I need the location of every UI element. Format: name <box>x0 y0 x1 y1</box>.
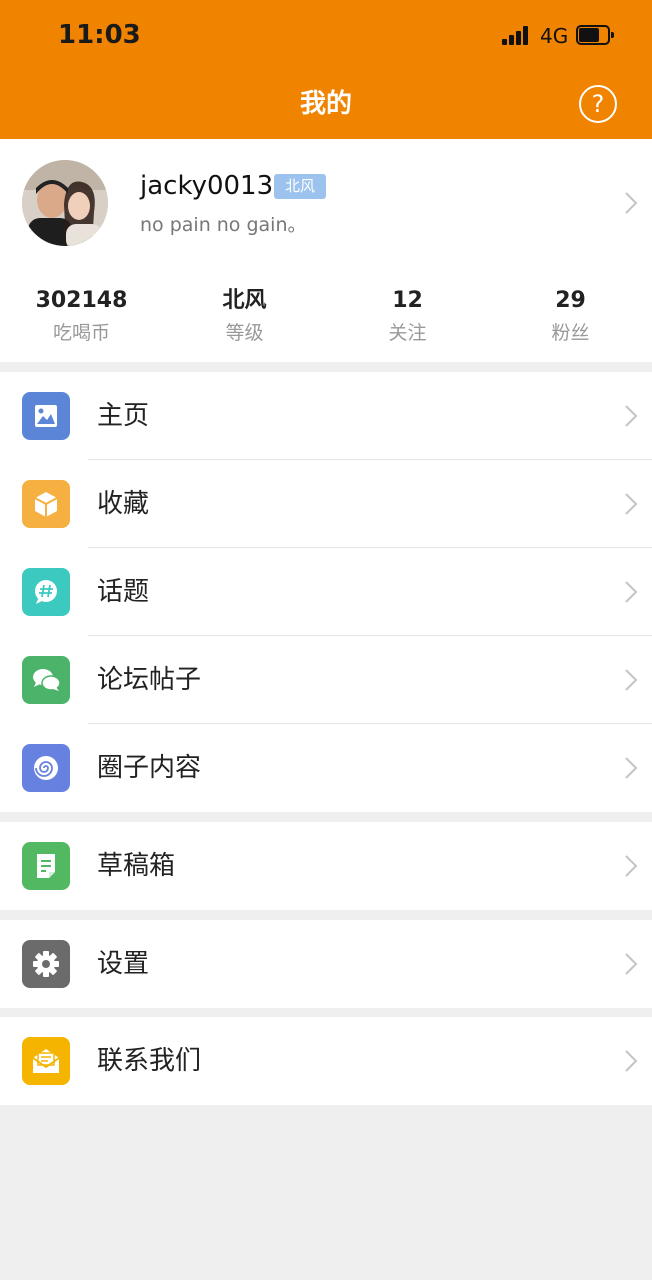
menu-item-topics[interactable]: 话题 <box>0 548 652 636</box>
menu-label: 联系我们 <box>97 1046 202 1076</box>
level-badge: 北风 <box>274 174 327 199</box>
signal-icon <box>502 25 532 45</box>
gear-icon <box>22 940 70 988</box>
menu-label: 草稿箱 <box>97 851 176 881</box>
stat-value: 北风 <box>222 288 267 313</box>
chevron-right-icon <box>624 191 638 219</box>
menu-item-contact[interactable]: 联系我们 <box>0 1017 652 1105</box>
menu-label: 设置 <box>97 949 150 979</box>
profile-motto: no pain no gain。 <box>140 214 307 236</box>
status-time: 11:03 <box>58 20 141 50</box>
username: jacky0013 <box>140 171 274 201</box>
menu-label: 论坛帖子 <box>97 665 202 695</box>
stat-label: 吃喝币 <box>52 322 110 344</box>
chevron-right-icon <box>624 668 638 696</box>
chevron-right-icon <box>624 404 638 432</box>
chevron-right-icon <box>624 492 638 520</box>
menu-item-drafts[interactable]: 草稿箱 <box>0 822 652 910</box>
battery-icon <box>576 25 614 45</box>
stat-level[interactable]: 北风 等级 <box>163 287 326 347</box>
profile-card[interactable]: jacky0013 北风 no pain no gain。 302148 吃喝币… <box>0 139 652 362</box>
stat-label: 等级 <box>225 322 264 344</box>
menu-group-settings: 设置 <box>0 920 652 1008</box>
page-title: 我的 <box>299 89 352 119</box>
menu-group-drafts: 草稿箱 <box>0 822 652 910</box>
menu-item-forum-posts[interactable]: 论坛帖子 <box>0 636 652 724</box>
menu-item-circle-content[interactable]: 圈子内容 <box>0 724 652 812</box>
stat-value: 302148 <box>35 288 128 313</box>
menu-group-contact: 联系我们 <box>0 1017 652 1105</box>
menu-label: 主页 <box>97 401 150 431</box>
stat-following[interactable]: 12 关注 <box>326 287 489 347</box>
envelope-icon <box>22 1037 70 1085</box>
stat-label: 关注 <box>388 322 427 344</box>
menu-label: 圈子内容 <box>97 753 202 783</box>
chevron-right-icon <box>624 854 638 882</box>
network-type: 4G <box>540 24 569 48</box>
stat-followers[interactable]: 29 粉丝 <box>489 287 652 347</box>
menu-group-content: 主页 收藏 话题 论坛帖子 圈子内容 <box>0 372 652 812</box>
menu-item-settings[interactable]: 设置 <box>0 920 652 1008</box>
spiral-icon <box>22 744 70 792</box>
menu-item-home[interactable]: 主页 <box>0 372 652 460</box>
chevron-right-icon <box>624 756 638 784</box>
stat-coins[interactable]: 302148 吃喝币 <box>0 287 163 347</box>
stat-label: 粉丝 <box>551 322 590 344</box>
stat-value: 12 <box>392 288 423 313</box>
avatar[interactable] <box>22 160 108 246</box>
app-header: 11:03 4G 我的 ? <box>0 0 652 139</box>
picture-icon <box>22 392 70 440</box>
question-circle-icon[interactable]: ? <box>579 85 617 123</box>
hashtag-bubble-icon <box>22 568 70 616</box>
menu-label: 话题 <box>97 577 150 607</box>
chevron-right-icon <box>624 580 638 608</box>
chevron-right-icon <box>624 952 638 980</box>
chat-bubbles-icon <box>22 656 70 704</box>
document-icon <box>22 842 70 890</box>
stat-value: 29 <box>555 288 586 313</box>
menu-item-favorites[interactable]: 收藏 <box>0 460 652 548</box>
box-icon <box>22 480 70 528</box>
chevron-right-icon <box>624 1049 638 1077</box>
menu-label: 收藏 <box>97 489 150 519</box>
